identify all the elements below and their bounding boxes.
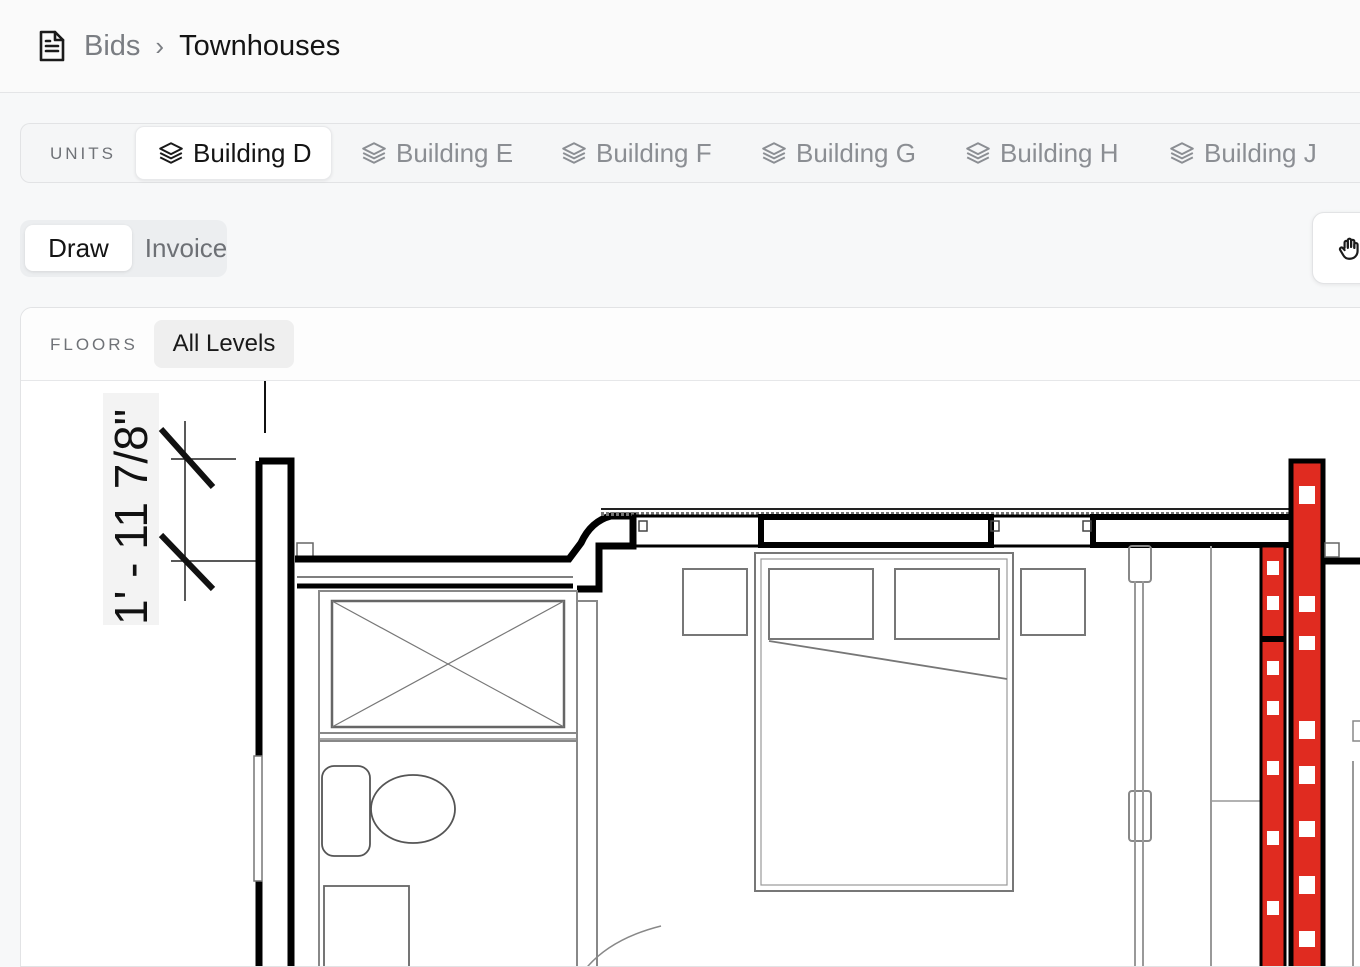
unit-tab-building-h[interactable]: Building H [965,126,1119,180]
dimension-label: 1' - 11 7/8" [105,409,157,625]
unit-tab-label: Building E [396,137,514,168]
breadcrumb-current: Townhouses [179,30,341,62]
bathroom [318,590,662,966]
units-bar: UNITS Building D Building E Building F B… [20,123,1360,183]
unit-tab-label: Building F [596,137,712,168]
breadcrumb-separator: › [155,31,165,61]
red-fire-walls [1259,458,1360,966]
layers-icon [562,142,586,164]
layers-icon [159,142,183,164]
floors-label: FLOORS [50,335,138,354]
unit-tab-building-g[interactable]: Building G [761,126,916,180]
invoice-mode-button[interactable]: Invoice [134,225,238,271]
unit-tab-building-e[interactable]: Building E [361,126,513,180]
units-label: UNITS [50,144,116,163]
floors-header: FLOORS All Levels [21,308,1360,381]
closet [1128,545,1261,966]
floor-plan-canvas[interactable]: 1' - 11 7/8" [21,381,1360,966]
mode-toggle: Draw Invoice [20,220,227,277]
document-icon [36,29,68,63]
breadcrumb-bids[interactable]: Bids [84,29,140,63]
floors-panel: FLOORS All Levels 1' - 11 7/8" [20,307,1360,967]
unit-tab-building-j[interactable]: Building J [1169,126,1317,180]
page-header: Bids › Townhouses [0,0,1360,93]
layers-icon [1170,142,1194,164]
layers-icon [762,142,786,164]
unit-tab-label: Building G [796,137,916,168]
unit-tab-label: Building J [1204,137,1317,168]
layers-icon [362,142,386,164]
unit-tab-building-f[interactable]: Building F [561,126,712,180]
bed [682,552,1086,892]
unit-tab-label: Building H [1000,137,1119,168]
unit-tab-building-d[interactable]: Building D [135,126,332,180]
draw-mode-button[interactable]: Draw [25,225,132,271]
layers-icon [966,142,990,164]
dimension-annotation: 1' - 11 7/8" [103,381,266,625]
pan-tool-button[interactable] [1312,212,1360,284]
hand-icon [1338,237,1359,260]
floor-chip-all-levels[interactable]: All Levels [154,320,294,368]
floor-plan-drawing: 1' - 11 7/8" [103,381,1360,966]
unit-tab-label: Building D [193,137,312,168]
